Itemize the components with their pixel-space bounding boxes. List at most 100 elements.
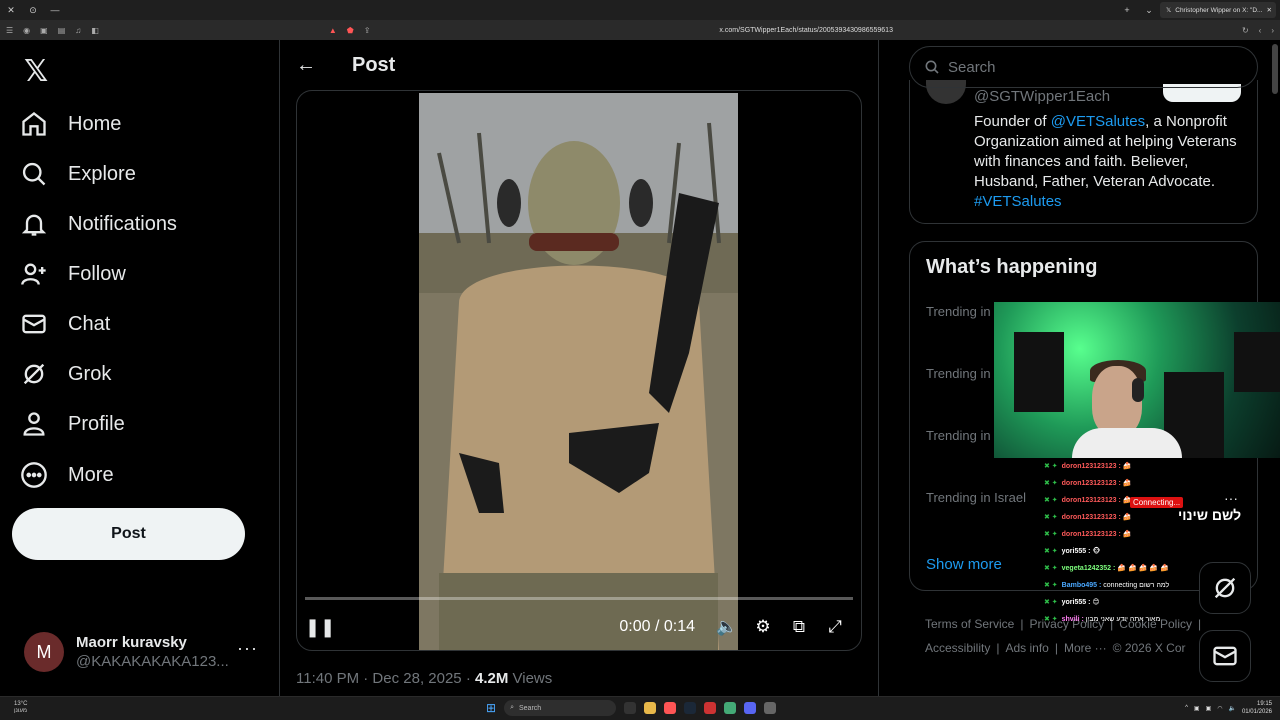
nav-label-chat: Chat [68,312,111,335]
app-icon[interactable] [724,702,737,714]
chat-badge-icon: ✖ ✦ [1044,616,1058,623]
headphones-icon [1132,378,1144,402]
task-view-icon[interactable] [624,702,637,714]
nav-follow[interactable]: Follow [20,252,126,296]
trend-item[interactable]: Trending in [926,366,991,381]
video-player[interactable]: ❚❚ 0:00 / 0:14 🔈 ⚙ ⧉ ⤢ [296,90,862,651]
chat-user: doron123123123 : [1061,463,1121,470]
chat-user: yori555 : [1061,548,1091,555]
tray-app-icon[interactable]: ▣ [1194,705,1200,712]
post-timestamp[interactable]: 11:40 PM · Dec 28, 2025 · [296,670,475,687]
tabs-icon[interactable]: ▤ [58,26,66,35]
search-icon: ⌕ [510,704,514,711]
grok-icon [1214,577,1236,599]
video-progress-bar[interactable] [305,597,853,600]
discord-icon[interactable] [744,702,757,714]
trend-item[interactable]: Trending in [926,304,991,319]
url-text[interactable]: x.com/SGTWipper1Each/status/200539343098… [719,27,893,34]
panel-title: What’s happening [926,256,1098,278]
account-handle: @KAKAKAKAKA123... [76,653,229,670]
chat-badge-icon: ✖ ✦ [1044,531,1058,538]
shield-brave-icon[interactable]: ⬟ [347,26,354,35]
tab-title: Christopher Wipper on X: "D... [1175,6,1263,14]
bio-hashtag[interactable]: #VETSalutes [974,193,1062,210]
brave-browser-icon[interactable] [664,702,677,714]
tray-chevron-icon[interactable]: ^ [1185,705,1188,711]
back-icon[interactable]: ‹ [1259,26,1262,35]
menu-icon[interactable]: ☰ [6,26,13,35]
nav-explore[interactable]: Explore [20,152,136,196]
nav-label-notifications: Notifications [68,212,177,235]
minimize-icon[interactable]: — [44,5,66,15]
pin-icon[interactable]: ⊙ [22,5,44,16]
footer-accessibility[interactable]: Accessibility [925,641,990,655]
chat-user: yori555 : [1061,599,1091,606]
tray-app-icon[interactable]: ▣ [1206,705,1212,712]
close-tab-icon[interactable]: ✕ [1266,6,1271,14]
pause-icon[interactable]: ❚❚ [305,617,335,638]
messages-fab-button[interactable] [1199,630,1251,682]
fullscreen-icon[interactable]: ⤢ [817,617,853,637]
volume-icon[interactable]: 🔈 [1228,705,1235,712]
pip-icon[interactable]: ⧉ [781,617,817,637]
forward-icon[interactable]: › [1271,26,1274,35]
trend-item[interactable]: Trending in Israel [926,490,1026,505]
windows-start-icon[interactable]: ⊞ [486,701,496,715]
new-tab-icon[interactable]: + [1116,5,1138,15]
nav-more[interactable]: More [20,453,114,497]
wallet-icon[interactable]: ▣ [40,26,48,35]
nav-home[interactable]: Home [20,102,121,146]
nav-profile[interactable]: Profile [20,402,125,446]
clock-date: 01/01/2026 [1241,709,1272,715]
chat-line: ✖ ✦ doron123123123 : 🍰 [1044,475,1244,492]
system-clock[interactable]: 19:15 01/01/2026 [1242,700,1272,716]
volume-icon[interactable]: 🔈 [709,617,745,637]
settings-gear-icon[interactable]: ⚙ [745,617,781,637]
browser-tab-active[interactable]: 𝕏 Christopher Wipper on X: "D... ✕ [1160,2,1276,18]
more-dots-icon[interactable]: ··· [1224,490,1238,506]
share-icon[interactable]: ⇪ [364,26,371,35]
bio-link-vetsalutes[interactable]: @VETSalutes [1051,113,1145,130]
music-icon[interactable]: ♫ [75,26,81,35]
shield-icon[interactable]: ◉ [23,26,30,35]
reload-icon[interactable]: ↻ [1242,26,1249,35]
steam-icon[interactable] [684,702,697,714]
more-dots-icon[interactable]: ··· [237,638,258,659]
views-count: 4.2M [474,670,509,687]
footer-ads[interactable]: Ads info [1005,641,1048,655]
chat-msg: 🍰 🍰 🍰 🍰 🍰 [1117,565,1169,572]
nav-grok[interactable]: Grok [20,352,111,396]
wifi-icon[interactable]: ◠ [1217,705,1222,712]
settings-gear-icon[interactable] [764,702,777,714]
nav-label-profile: Profile [68,412,125,435]
show-more-link[interactable]: Show more [926,556,1002,573]
chat-msg: 🍰 [1122,463,1132,470]
close-window-icon[interactable]: ✕ [0,5,22,16]
weather-widget[interactable]: 13°C מעונן [14,701,27,715]
mail-icon [1213,646,1237,666]
account-name: Maorr kuravsky [76,634,187,651]
tab-menu-icon[interactable]: ⌄ [1138,5,1160,16]
grok-fab-button[interactable] [1199,562,1251,614]
search-icon [22,162,46,186]
nav-chat[interactable]: Chat [20,302,110,346]
brave-icon[interactable]: ▲ [329,26,337,35]
taskbar-search[interactable]: ⌕ Search [504,700,617,716]
author-handle[interactable]: @SGTWipper1Each [974,88,1110,105]
back-arrow-icon[interactable]: ← [296,54,316,77]
x-logo-icon[interactable]: 𝕏 [24,54,48,89]
footer-more[interactable]: More ··· [1064,641,1107,655]
app-icon[interactable] [704,702,717,714]
post-button[interactable]: Post [12,508,245,560]
bell-icon [21,214,47,236]
search-icon [925,60,939,74]
footer-terms[interactable]: Terms of Service [925,617,1014,631]
sidebar-icon[interactable]: ◧ [91,26,99,35]
nav-notifications[interactable]: Notifications [20,202,177,246]
page-scrollbar[interactable] [1272,44,1278,94]
account-switcher[interactable]: M Maorr kuravsky @KAKAKAKAKA123... ··· [24,628,264,676]
trend-item[interactable]: Trending in [926,428,991,443]
search-input[interactable]: Search [909,46,1258,88]
stream-caption: לשם שינוי [1178,507,1242,523]
file-explorer-icon[interactable] [644,702,657,714]
